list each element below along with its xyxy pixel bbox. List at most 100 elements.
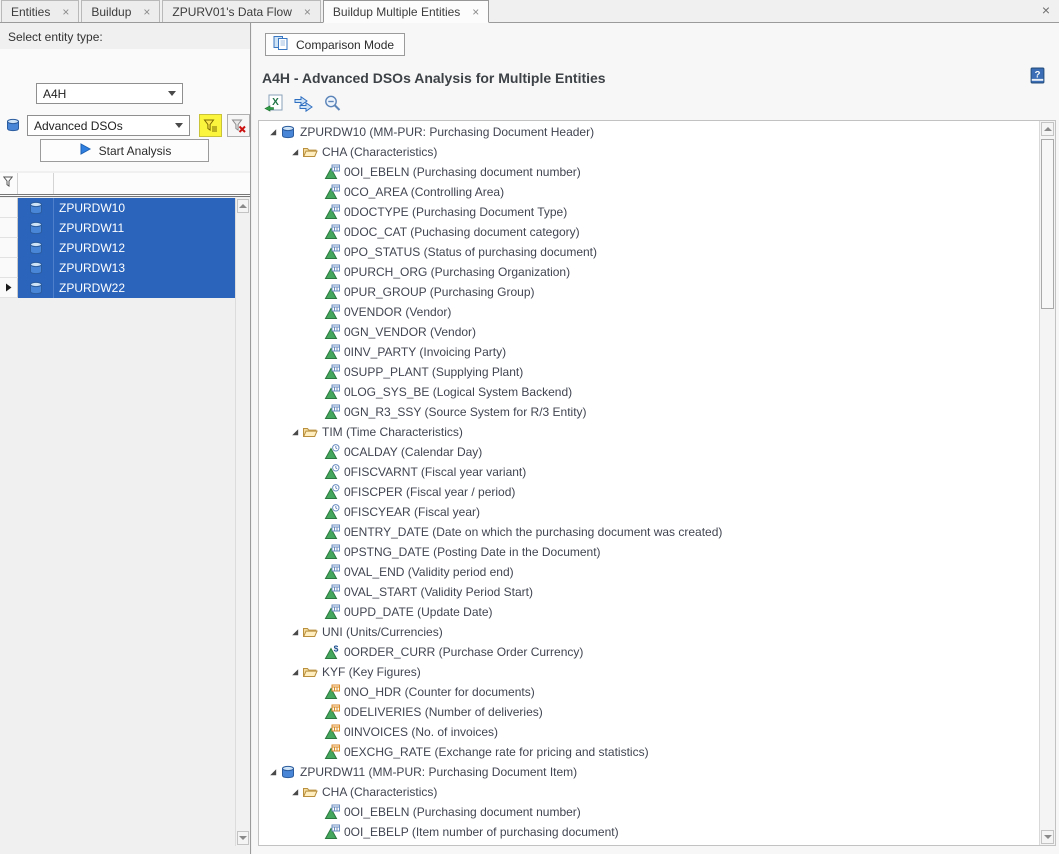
tab-close-icon[interactable]: ×: [304, 6, 311, 18]
scroll-up-button[interactable]: [1041, 122, 1054, 136]
zoom-out-icon[interactable]: [322, 93, 342, 113]
scroll-up-button[interactable]: [237, 199, 249, 213]
tree-row[interactable]: KYF (Key Figures): [260, 662, 1038, 682]
row-selector[interactable]: [0, 198, 18, 218]
application-window: Entities×Buildup×ZPURV01's Data Flow×Bui…: [0, 0, 1059, 854]
comparison-mode-button[interactable]: Comparison Mode: [265, 33, 405, 56]
tree-row[interactable]: 0PURCH_ORG (Purchasing Organization): [260, 262, 1038, 282]
chevron-down-icon: [175, 123, 183, 128]
tree-row[interactable]: 0CALDAY (Calendar Day): [260, 442, 1038, 462]
tree-row[interactable]: UNI (Units/Currencies): [260, 622, 1038, 642]
tree-row[interactable]: 0LOG_SYS_BE (Logical System Backend): [260, 382, 1038, 402]
tree-item-label: 0GN_R3_SSY (Source System for R/3 Entity…: [344, 405, 587, 419]
tree-row[interactable]: CHA (Characteristics): [260, 142, 1038, 162]
tree-row[interactable]: 0SUPP_PLANT (Supplying Plant): [260, 362, 1038, 382]
tree-row[interactable]: 0DELIVERIES (Number of deliveries): [260, 702, 1038, 722]
tab-zpurv01-s-data-flow[interactable]: ZPURV01's Data Flow×: [162, 0, 320, 22]
tree-row[interactable]: 0DOC_CAT (Puchasing document category): [260, 222, 1038, 242]
tree-row[interactable]: 0GN_VENDOR (Vendor): [260, 322, 1038, 342]
tree-row[interactable]: 0OI_EBELN (Purchasing document number): [260, 802, 1038, 822]
tree-row[interactable]: 0PSTNG_DATE (Posting Date in the Documen…: [260, 542, 1038, 562]
tree-row[interactable]: 0NO_HDR (Counter for documents): [260, 682, 1038, 702]
tree-row[interactable]: 0INV_PARTY (Invoicing Party): [260, 342, 1038, 362]
row-selector[interactable]: [0, 238, 18, 258]
tree-row[interactable]: ZPURDW10 (MM-PUR: Purchasing Document He…: [260, 122, 1038, 142]
tab-bar: Entities×Buildup×ZPURV01's Data Flow×Bui…: [0, 0, 1059, 23]
tree-scrollbar[interactable]: [1039, 121, 1055, 845]
excel-export-icon[interactable]: X: [264, 93, 284, 113]
row-selector[interactable]: [0, 258, 18, 278]
characteristic-icon: [324, 804, 340, 820]
expand-icon[interactable]: [288, 427, 302, 437]
row-selector[interactable]: [0, 218, 18, 238]
filter-edit-button[interactable]: [199, 114, 222, 137]
entity-row[interactable]: ZPURDW13: [0, 258, 235, 278]
tree-row[interactable]: 0CO_AREA (Controlling Area): [260, 182, 1038, 202]
tree-row[interactable]: 0DOCTYPE (Purchasing Document Type): [260, 202, 1038, 222]
tree-item-label: 0EXCHG_RATE (Exchange rate for pricing a…: [344, 745, 649, 759]
tree-row[interactable]: 0VAL_END (Validity period end): [260, 562, 1038, 582]
expand-icon[interactable]: [288, 787, 302, 797]
scrollbar-thumb[interactable]: [1041, 139, 1054, 309]
entity-list-scrollbar[interactable]: [235, 198, 250, 846]
tree-row[interactable]: 0FISCYEAR (Fiscal year): [260, 502, 1038, 522]
tree-row[interactable]: 0OI_EBELN (Purchasing document number): [260, 162, 1038, 182]
expand-all-icon[interactable]: [293, 93, 313, 113]
key-figure-icon: [324, 704, 340, 720]
tree-row[interactable]: 0ENTRY_DATE (Date on which the purchasin…: [260, 522, 1038, 542]
tree-row[interactable]: 0UPD_DATE (Update Date): [260, 602, 1038, 622]
tab-buildup[interactable]: Buildup ×: [81, 0, 160, 22]
tree-row[interactable]: 0FISCVARNT (Fiscal year variant): [260, 462, 1038, 482]
expand-icon[interactable]: [266, 127, 280, 137]
tree-row[interactable]: 0VENDOR (Vendor): [260, 302, 1038, 322]
tree-row[interactable]: 0PUR_GROUP (Purchasing Group): [260, 282, 1038, 302]
expand-icon[interactable]: [288, 667, 302, 677]
tree-row[interactable]: 0OI_EBELP (Item number of purchasing doc…: [260, 822, 1038, 842]
entity-grid: ZPURDW10ZPURDW11ZPURDW12ZPURDW13ZPURDW22: [0, 173, 250, 846]
tree-row[interactable]: [260, 842, 1038, 844]
tree-row[interactable]: 0GN_R3_SSY (Source System for R/3 Entity…: [260, 402, 1038, 422]
tree-row[interactable]: 0VAL_START (Validity Period Start): [260, 582, 1038, 602]
entity-list: ZPURDW10ZPURDW11ZPURDW12ZPURDW13ZPURDW22: [0, 198, 235, 298]
entity-row[interactable]: ZPURDW12: [0, 238, 235, 258]
tree-row[interactable]: 0EXCHG_RATE (Exchange rate for pricing a…: [260, 742, 1038, 762]
tab-close-icon[interactable]: ×: [62, 6, 69, 18]
tab-buildup-multiple-entities[interactable]: Buildup Multiple Entities×: [323, 0, 489, 23]
svg-text:$: $: [334, 644, 339, 654]
help-icon[interactable]: ?: [1029, 67, 1046, 84]
tree-row[interactable]: 0PO_STATUS (Status of purchasing documen…: [260, 242, 1038, 262]
adso-icon: [18, 218, 54, 238]
entity-row[interactable]: ZPURDW11: [0, 218, 235, 238]
entity-row[interactable]: ZPURDW22: [0, 278, 235, 298]
tree-item-label: 0UPD_DATE (Update Date): [344, 605, 493, 619]
filter-funnel-icon[interactable]: [0, 173, 18, 194]
tree-row[interactable]: 0INVOICES (No. of invoices): [260, 722, 1038, 742]
compare-documents-icon: [272, 35, 290, 54]
scroll-down-button[interactable]: [237, 831, 249, 845]
tree-row[interactable]: TIM (Time Characteristics): [260, 422, 1038, 442]
tree-item-label: KYF (Key Figures): [322, 665, 421, 679]
tree-row[interactable]: CHA (Characteristics): [260, 782, 1038, 802]
grid-header-name-column[interactable]: [54, 173, 235, 194]
tree-row[interactable]: 0FISCPER (Fiscal year / period): [260, 482, 1038, 502]
unit-icon: $: [324, 644, 340, 660]
expand-icon[interactable]: [288, 627, 302, 637]
close-icon[interactable]: ×: [1042, 3, 1050, 17]
scroll-down-button[interactable]: [1041, 830, 1054, 844]
tab-close-icon[interactable]: ×: [472, 6, 479, 18]
expand-icon[interactable]: [288, 147, 302, 157]
grid-header-icon-column[interactable]: [18, 173, 54, 194]
tab-label: Buildup: [91, 5, 131, 19]
tree-row[interactable]: $0ORDER_CURR (Purchase Order Currency): [260, 642, 1038, 662]
characteristic-icon: [324, 324, 340, 340]
filter-clear-button[interactable]: [227, 114, 250, 137]
tab-entities[interactable]: Entities×: [1, 0, 79, 22]
start-analysis-button[interactable]: Start Analysis: [40, 139, 209, 162]
tab-close-icon[interactable]: ×: [143, 6, 150, 18]
system-combo[interactable]: A4H: [36, 83, 183, 104]
row-selector[interactable]: [0, 278, 18, 298]
entity-type-combo[interactable]: Advanced DSOs: [27, 115, 190, 136]
entity-row[interactable]: ZPURDW10: [0, 198, 235, 218]
tree-row[interactable]: ZPURDW11 (MM-PUR: Purchasing Document It…: [260, 762, 1038, 782]
expand-icon[interactable]: [266, 767, 280, 777]
